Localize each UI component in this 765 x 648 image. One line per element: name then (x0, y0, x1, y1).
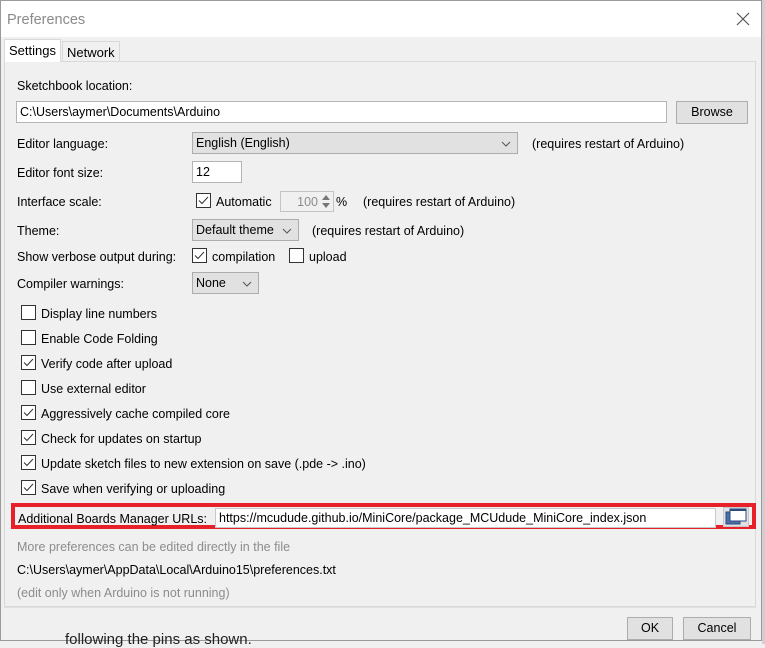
interface-scale-spinner[interactable]: 100 (280, 191, 334, 212)
browse-button[interactable]: Browse (676, 101, 748, 124)
tab-settings-label: Settings (9, 43, 56, 58)
close-icon[interactable] (732, 9, 754, 31)
preference-checkbox[interactable] (21, 480, 36, 495)
theme-note: (requires restart of Arduino) (312, 224, 465, 238)
editor-font-size-label: Editor font size: (17, 166, 104, 180)
divider (4, 607, 756, 608)
interface-scale-note: (requires restart of Arduino) (363, 195, 516, 209)
interface-scale-label: Interface scale: (17, 195, 102, 209)
ok-button[interactable]: OK (627, 617, 673, 640)
preference-checkbox-label: Display line numbers (41, 307, 158, 321)
editor-language-select[interactable]: English (English) (192, 132, 518, 154)
editor-language-note: (requires restart of Arduino) (532, 137, 685, 151)
compiler-warnings-value: None (196, 276, 226, 290)
boards-manager-urls-input[interactable]: https://mcudude.github.io/MiniCore/packa… (215, 508, 716, 528)
window-title: Preferences (7, 12, 86, 28)
automatic-scale-checkbox[interactable] (196, 193, 211, 208)
automatic-scale-label: Automatic (216, 195, 272, 209)
theme-select[interactable]: Default theme (192, 219, 299, 241)
preference-checkbox-label: Check for updates on startup (41, 432, 202, 446)
verbose-upload-checkbox[interactable] (289, 248, 304, 263)
theme-label: Theme: (17, 224, 60, 238)
boards-manager-urls-label: Additional Boards Manager URLs: (18, 512, 207, 526)
chevron-down-icon (501, 138, 511, 148)
preference-checkbox[interactable] (21, 405, 36, 420)
verbose-upload-label: upload (309, 250, 347, 264)
preference-checkbox-label: Use external editor (41, 382, 146, 396)
verbose-output-label: Show verbose output during: (17, 250, 177, 264)
preference-checkbox-label: Save when verifying or uploading (41, 482, 226, 496)
preference-checkbox[interactable] (21, 330, 36, 345)
edit-note-text: (edit only when Arduino is not running) (17, 586, 230, 600)
spinner-arrows-icon[interactable] (320, 193, 332, 210)
chevron-down-icon (242, 278, 252, 288)
editor-language-value: English (English) (196, 136, 290, 150)
percent-label: % (336, 195, 348, 209)
verbose-compilation-label: compilation (212, 250, 276, 264)
interface-scale-value: 100 (297, 195, 318, 209)
preference-checkbox-label: Update sketch files to new extension on … (41, 457, 366, 471)
compiler-warnings-label: Compiler warnings: (17, 277, 124, 291)
editor-font-size-input[interactable]: 12 (192, 161, 242, 183)
preference-checkbox[interactable] (21, 455, 36, 470)
preference-checkbox[interactable] (21, 355, 36, 370)
window-list-icon (724, 508, 748, 529)
sketchbook-label: Sketchbook location: (17, 79, 133, 93)
preference-checkbox[interactable] (21, 430, 36, 445)
background-document-text: following the pins as shown. (65, 631, 252, 648)
cancel-button[interactable]: Cancel (683, 617, 751, 640)
more-preferences-text: More preferences can be edited directly … (17, 540, 291, 554)
chevron-down-icon (282, 225, 292, 235)
preferences-file-path: C:\Users\aymer\AppData\Local\Arduino15\p… (17, 563, 336, 577)
preference-checkbox[interactable] (21, 305, 36, 320)
boards-manager-urls-edit-button[interactable] (723, 507, 749, 527)
preferences-dialog: Preferences Settings Network Sketchbook … (0, 0, 762, 641)
tab-network-label: Network (67, 45, 115, 60)
preference-checkbox-label: Enable Code Folding (41, 332, 158, 346)
tab-settings[interactable]: Settings (4, 39, 61, 62)
theme-value: Default theme (196, 223, 274, 237)
title-bar: Preferences (1, 1, 761, 37)
preference-checkbox-label: Aggressively cache compiled core (41, 407, 230, 421)
editor-language-label: Editor language: (17, 137, 109, 151)
preference-checkbox-label: Verify code after upload (41, 357, 173, 371)
tab-network[interactable]: Network (62, 41, 120, 62)
preference-checkbox[interactable] (21, 380, 36, 395)
sketchbook-location-input[interactable]: C:\Users\aymer\Documents\Arduino (16, 101, 667, 123)
compiler-warnings-select[interactable]: None (192, 272, 259, 294)
verbose-compilation-checkbox[interactable] (192, 248, 207, 263)
